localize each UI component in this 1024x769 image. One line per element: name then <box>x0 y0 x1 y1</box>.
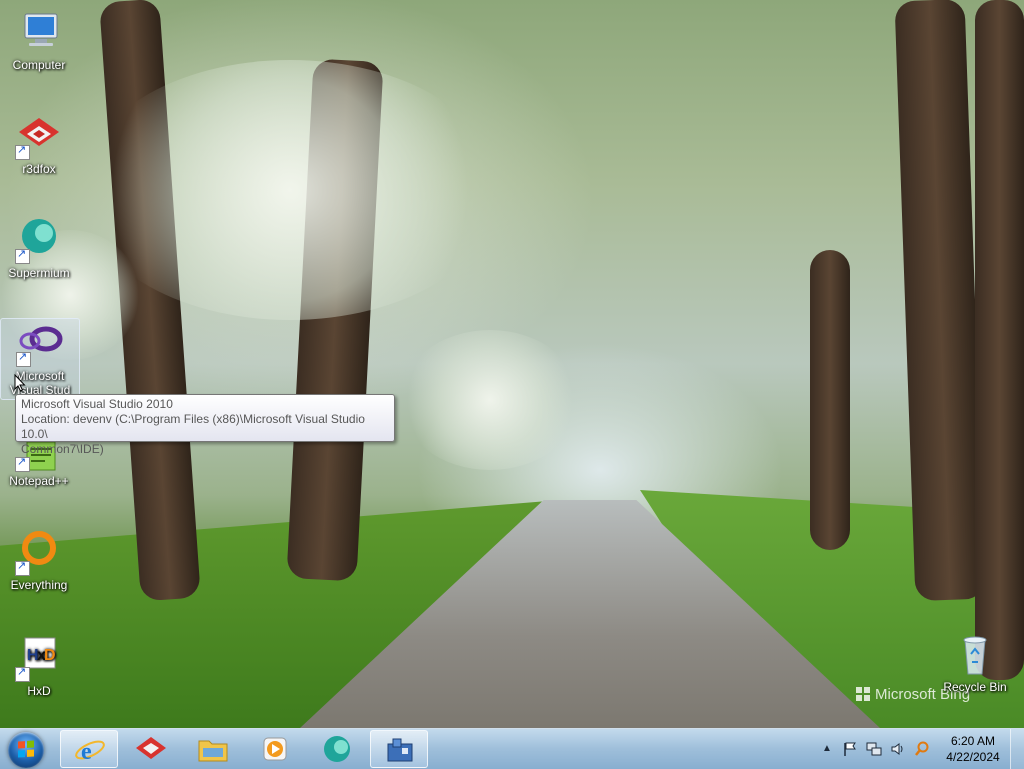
volume-icon[interactable] <box>890 741 906 757</box>
clock-date: 4/22/2024 <box>946 750 1000 764</box>
desktop-icon-computer[interactable]: Computer <box>0 8 78 72</box>
system-clock[interactable]: 6:20 AM 4/22/2024 <box>940 733 1006 765</box>
shortcut-tooltip: Microsoft Visual Studio 2010 Location: d… <box>15 394 395 456</box>
internet-explorer-icon: e <box>75 739 105 764</box>
desktop-icon-label: Supermium <box>8 266 70 280</box>
clock-time: 6:20 AM <box>950 734 996 748</box>
desktop-icon-r3dfox[interactable]: r3dfox <box>0 112 78 176</box>
everything-icon <box>15 528 63 576</box>
recycle-bin-icon <box>951 630 999 678</box>
taskbar: e ▲ 6:20 AM 4/22/2024 <box>0 728 1024 769</box>
computer-icon <box>15 8 63 56</box>
desktop-icon-label: Computer <box>12 58 66 72</box>
mouse-cursor-icon <box>14 374 26 392</box>
r3dfox-icon <box>136 737 166 759</box>
desktop-icon-label: HxD <box>27 684 51 698</box>
taskbar-r3dfox[interactable] <box>122 730 180 768</box>
wallpaper-blossoms <box>80 60 500 320</box>
wallpaper-blossoms <box>400 330 580 470</box>
folder-icon <box>198 740 228 762</box>
desktop-icon-label: Everything <box>10 578 68 592</box>
start-button[interactable] <box>4 730 48 768</box>
supermium-icon <box>15 216 63 264</box>
taskbar-supermium[interactable] <box>308 730 366 768</box>
desktop-icon-label: r3dfox <box>22 162 56 176</box>
show-desktop-button[interactable] <box>1010 729 1024 769</box>
desktop-icon-visual-studio[interactable]: Microsoft Visual Stud <box>0 318 80 400</box>
shortcut-arrow-icon <box>15 559 30 576</box>
desktop-icon-hxd[interactable]: H x D HxD <box>0 634 78 698</box>
tooltip-location-continued: Common7\IDE) <box>21 442 104 456</box>
taskbar-windows-explorer[interactable] <box>184 730 242 768</box>
shortcut-arrow-icon <box>16 350 31 367</box>
desktop-icon-label: Microsoft Visual Stud <box>9 369 71 397</box>
media-player-icon <box>263 737 287 761</box>
taskbar-app[interactable] <box>370 730 428 768</box>
shortcut-arrow-icon <box>15 143 30 160</box>
taskbar-media-player[interactable] <box>246 730 304 768</box>
windows-logo-icon <box>18 740 34 758</box>
network-icon[interactable] <box>866 741 882 757</box>
svg-text:D: D <box>44 647 56 664</box>
supermium-icon <box>324 736 350 762</box>
shortcut-arrow-icon <box>15 247 30 264</box>
show-hidden-icons-icon[interactable]: ▲ <box>819 741 835 757</box>
desktop-icon-label: Recycle Bin <box>943 680 1007 694</box>
search-tray-icon[interactable] <box>914 741 930 757</box>
shortcut-arrow-icon <box>15 455 30 472</box>
wallpaper-tree-trunk <box>975 0 1024 680</box>
app-icon <box>387 738 413 762</box>
desktop-wallpaper: Microsoft Bing <box>0 0 1024 728</box>
desktop-icon-supermium[interactable]: Supermium <box>0 216 78 280</box>
r3dfox-icon <box>15 112 63 160</box>
desktop-icon-label: Notepad++ <box>9 474 69 488</box>
desktop-icon-everything[interactable]: Everything <box>0 528 78 592</box>
visual-studio-icon <box>16 319 64 367</box>
tooltip-title: Microsoft Visual Studio 2010 <box>21 397 173 411</box>
desktop-icon-recycle-bin[interactable]: Recycle Bin <box>936 630 1014 694</box>
wallpaper-tree-trunk <box>810 250 850 550</box>
hxd-icon: H x D <box>15 634 63 682</box>
shortcut-arrow-icon <box>15 665 30 682</box>
bing-logo-icon <box>856 687 870 701</box>
svg-text:e: e <box>81 739 92 764</box>
taskbar-internet-explorer[interactable]: e <box>60 730 118 768</box>
tooltip-location: Location: devenv (C:\Program Files (x86)… <box>21 412 365 441</box>
action-center-flag-icon[interactable] <box>842 741 858 757</box>
